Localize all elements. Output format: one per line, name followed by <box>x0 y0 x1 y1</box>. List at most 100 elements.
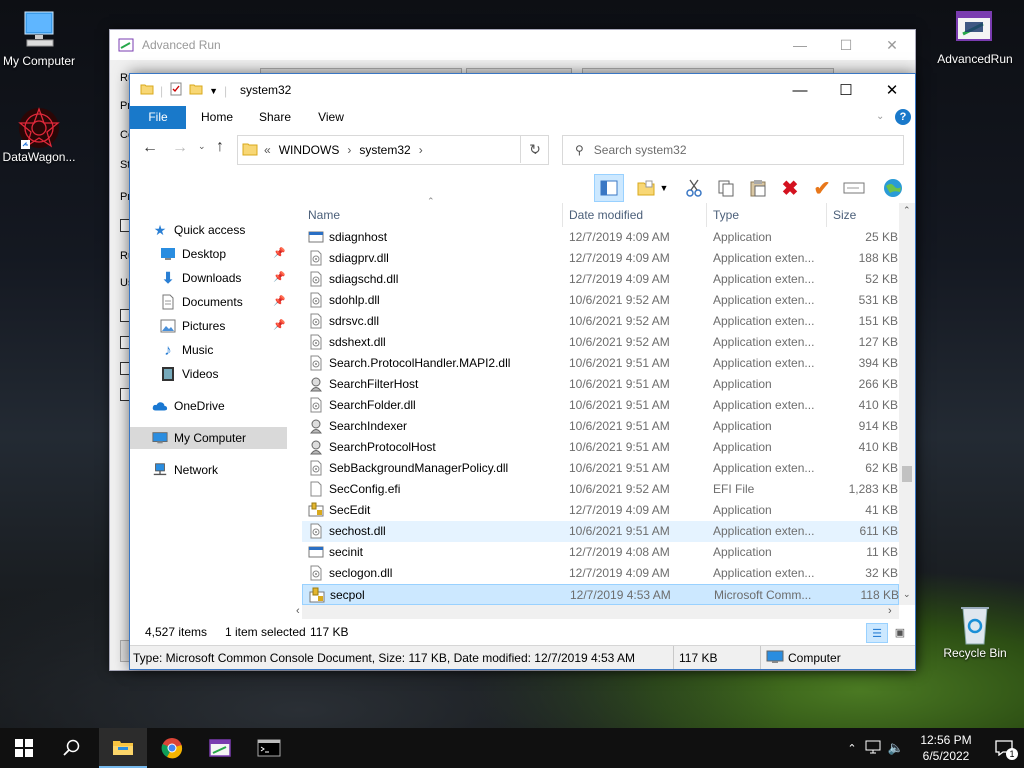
expand-ribbon-icon[interactable]: ⌄ <box>876 111 884 122</box>
pin-icon[interactable]: 📌 <box>273 296 285 307</box>
taskbar-command-prompt[interactable] <box>245 728 293 768</box>
minimize-icon[interactable]: — <box>777 30 823 60</box>
table-row[interactable]: SebBackgroundManagerPolicy.dll 10/6/2021 … <box>302 458 899 479</box>
table-row[interactable]: SearchIndexer 10/6/2021 9:51 AM Applicatio… <box>302 416 899 437</box>
scroll-up-icon[interactable]: ⌃ <box>903 205 911 216</box>
file-name: sdshext.dll <box>329 335 386 349</box>
start-button[interactable] <box>0 728 48 768</box>
column-date-modified[interactable]: Date modified <box>563 203 707 227</box>
horizontal-scrollbar[interactable]: ‹ › <box>296 605 899 619</box>
tab-home[interactable]: Home <box>192 106 242 129</box>
maximize-icon[interactable]: ☐ <box>823 74 869 106</box>
close-icon[interactable]: ✕ <box>869 74 915 106</box>
rename-icon[interactable] <box>839 174 869 202</box>
chevron-down-icon[interactable]: ▼ <box>657 174 671 202</box>
large-icons-view-icon[interactable]: ▣ <box>890 623 910 641</box>
desktop-icon-datawagon[interactable]: DataWagon... <box>0 106 81 164</box>
network-tray-icon[interactable] <box>862 740 884 757</box>
table-row[interactable]: SearchFolder.dll 10/6/2021 9:51 AM Applica… <box>302 395 899 416</box>
table-row[interactable]: sdiagnhost 12/7/2019 4:09 AM Application 25… <box>302 227 899 248</box>
table-row[interactable]: sdiagschd.dll 12/7/2019 4:09 AM Applicatio… <box>302 269 899 290</box>
taskbar-advancedrun[interactable] <box>196 728 244 768</box>
system-tray: ⌃ 🔈 12:56 PM 6/5/2022 1 <box>842 728 1024 768</box>
chevron-right-icon[interactable]: › <box>347 143 351 157</box>
table-row[interactable]: sdshext.dll 10/6/2021 9:52 AM Application … <box>302 332 899 353</box>
desktop-icon-advancedrun[interactable]: AdvancedRun <box>933 8 1017 66</box>
tab-share[interactable]: Share <box>250 106 300 129</box>
nav-desktop[interactable]: Desktop 📌 <box>160 243 287 265</box>
scroll-down-icon[interactable]: ⌄ <box>903 589 911 600</box>
desktop-icon-my-computer[interactable]: My Computer <box>0 10 81 68</box>
show-hidden-icons-icon[interactable]: ⌃ <box>842 742 862 755</box>
scroll-left-icon[interactable]: ‹ <box>296 605 300 617</box>
table-row[interactable]: secpol 12/7/2019 4:53 AM Microsoft Comm...… <box>302 584 899 605</box>
search-input[interactable]: ⚲ Search system32 <box>562 135 904 165</box>
volume-icon[interactable]: 🔈 <box>884 740 908 756</box>
tab-file[interactable]: File <box>130 106 186 129</box>
nav-videos[interactable]: Videos <box>160 363 287 385</box>
cut-icon[interactable] <box>679 174 709 202</box>
nav-downloads[interactable]: ⬇ Downloads 📌 <box>160 267 287 289</box>
pin-icon[interactable]: 📌 <box>273 320 285 331</box>
scroll-right-icon[interactable]: › <box>888 605 892 617</box>
table-row[interactable]: sdiagprv.dll 12/7/2019 4:09 AM Application… <box>302 248 899 269</box>
table-row[interactable]: SearchFilterHost 10/6/2021 9:51 AM Applica… <box>302 374 899 395</box>
help-icon[interactable]: ? <box>895 109 911 125</box>
maximize-icon[interactable]: ☐ <box>823 30 869 60</box>
nav-pictures[interactable]: Pictures 📌 <box>160 315 287 337</box>
properties-icon[interactable] <box>169 82 183 99</box>
nav-onedrive[interactable]: OneDrive <box>152 395 287 417</box>
desktop-icon-recycle-bin[interactable]: Recycle Bin <box>933 602 1017 660</box>
refresh-icon[interactable]: ↻ <box>520 135 549 163</box>
forward-icon[interactable]: → <box>172 139 188 157</box>
address-overflow[interactable]: « <box>264 143 271 157</box>
delete-icon[interactable]: ✖ <box>775 174 805 202</box>
taskbar-chrome[interactable] <box>148 728 196 768</box>
breadcrumb-windows[interactable]: WINDOWS <box>279 143 340 157</box>
explorer-titlebar[interactable]: | ▼ | system32 — ☐ ✕ <box>130 74 915 106</box>
pictures-icon <box>160 318 176 334</box>
nav-my-computer[interactable]: My Computer <box>130 427 287 449</box>
pin-icon[interactable]: 📌 <box>273 248 285 259</box>
breadcrumb-system32[interactable]: system32 <box>359 143 410 157</box>
column-size[interactable]: Size <box>827 203 902 227</box>
close-icon[interactable]: ✕ <box>869 30 915 60</box>
column-type[interactable]: Type <box>707 203 827 227</box>
recent-locations-icon[interactable]: ⌄ <box>198 141 206 152</box>
table-row[interactable]: seclogon.dll 12/7/2019 4:09 AM Application… <box>302 563 899 584</box>
clock[interactable]: 12:56 PM 6/5/2022 <box>908 732 984 764</box>
address-bar[interactable]: « WINDOWS › system32 › ⌄ <box>237 135 549 165</box>
chevron-right-icon[interactable]: › <box>419 143 423 157</box>
search-button[interactable] <box>48 728 96 768</box>
table-row[interactable]: Search.ProtocolHandler.MAPI2.dll 10/6/202… <box>302 353 899 374</box>
table-row[interactable]: SearchProtocolHost 10/6/2021 9:51 AM Appli… <box>302 437 899 458</box>
table-row[interactable]: SecEdit 12/7/2019 4:09 AM Application 41 KB <box>302 500 899 521</box>
nav-documents[interactable]: Documents 📌 <box>160 291 287 313</box>
table-row[interactable]: sdrsvc.dll 10/6/2021 9:52 AM Application e… <box>302 311 899 332</box>
nav-quick-access[interactable]: ★ Quick access <box>152 219 287 241</box>
up-icon[interactable]: ↑ <box>216 138 224 156</box>
nav-network[interactable]: Network <box>152 459 287 481</box>
table-row[interactable]: SecConfig.efi 10/6/2021 9:52 AM EFI File 1,… <box>302 479 899 500</box>
nav-music[interactable]: ♪ Music <box>160 339 287 361</box>
pin-icon[interactable]: 📌 <box>273 272 285 283</box>
action-center-button[interactable]: 1 <box>984 728 1024 768</box>
table-row[interactable]: secinit 12/7/2019 4:08 AM Application 11 KB <box>302 542 899 563</box>
explorer-window[interactable]: | ▼ | system32 — ☐ ✕ File Home Share Vie… <box>129 73 916 670</box>
paste-icon[interactable] <box>743 174 773 202</box>
globe-icon[interactable] <box>878 174 908 202</box>
details-view-icon[interactable]: ☰ <box>866 623 888 643</box>
taskbar-file-explorer[interactable] <box>99 728 147 768</box>
check-icon[interactable]: ✔ <box>807 174 837 202</box>
minimize-icon[interactable]: — <box>777 74 823 106</box>
back-icon[interactable]: ← <box>142 139 158 157</box>
table-row[interactable]: sdohlp.dll 10/6/2021 9:52 AM Application e… <box>302 290 899 311</box>
table-row[interactable]: sechost.dll 10/6/2021 9:51 AM Application … <box>302 521 899 542</box>
preview-pane-icon[interactable] <box>594 174 624 202</box>
customize-qat-icon[interactable]: ▼ <box>209 86 218 96</box>
new-folder-icon[interactable] <box>189 82 203 99</box>
vertical-scrollbar[interactable]: ⌃ ⌄ <box>899 203 915 605</box>
scrollbar-thumb[interactable] <box>902 466 912 482</box>
copy-icon[interactable] <box>711 174 741 202</box>
tab-view[interactable]: View <box>306 106 356 129</box>
